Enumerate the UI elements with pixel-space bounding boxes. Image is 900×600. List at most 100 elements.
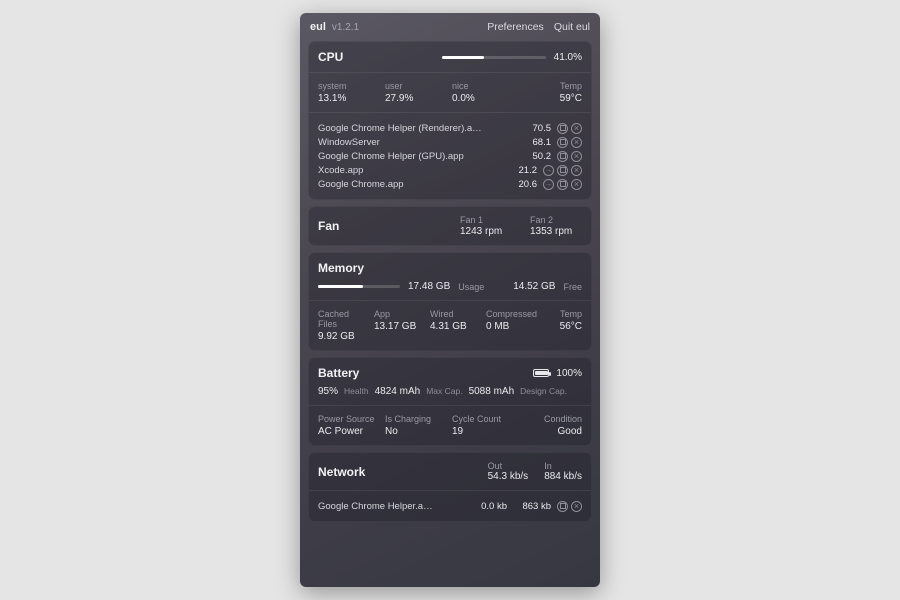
mem-wired-label: Wired <box>430 309 482 319</box>
cpu-system-value: 13.1% <box>318 93 381 104</box>
batt-charging-value: No <box>385 426 448 437</box>
close-icon[interactable] <box>571 165 582 176</box>
battery-maxcap-value: 4824 mAh <box>375 386 421 397</box>
batt-charging-label: Is Charging <box>385 414 448 424</box>
memory-title: Memory <box>318 261 364 275</box>
process-name: Xcode.app <box>318 165 501 176</box>
net-out-value: 54.3 kb/s <box>488 471 529 482</box>
inspect-icon[interactable] <box>557 501 568 512</box>
cpu-nice-value: 0.0% <box>452 93 515 104</box>
network-card: Network Out54.3 kb/s In884 kb/s Google C… <box>308 452 592 522</box>
preferences-link[interactable]: Preferences <box>487 21 544 33</box>
cpu-temp-value: 59°C <box>519 93 582 104</box>
memory-usage-label: Usage <box>458 282 484 292</box>
mem-temp-value: 56°C <box>542 321 582 332</box>
battery-design-label: Design Cap. <box>520 386 567 396</box>
battery-card: Battery 100% 95% Health 4824 mAh Max Cap… <box>308 357 592 446</box>
batt-cycles-label: Cycle Count <box>452 414 515 424</box>
cpu-user-value: 27.9% <box>385 93 448 104</box>
net-in-value: 884 kb/s <box>544 471 582 482</box>
inspect-icon[interactable] <box>557 123 568 134</box>
mem-compressed-value: 0 MB <box>486 321 538 332</box>
memory-usage-value: 17.48 GB <box>408 281 450 292</box>
net-out-label: Out <box>488 461 529 471</box>
cpu-usage-fill <box>442 56 484 59</box>
net-in-label: In <box>544 461 582 471</box>
process-out-value: 0.0 kb <box>469 501 507 512</box>
memory-usage-bar <box>318 285 400 288</box>
close-icon[interactable] <box>571 501 582 512</box>
fan2-label: Fan 2 <box>530 215 582 225</box>
mem-app-label: App <box>374 309 426 319</box>
process-actions <box>543 179 582 190</box>
cpu-card: CPU 41.0% system 13.1% user 27.9% nice 0.0%… <box>308 41 592 200</box>
reveal-icon[interactable] <box>543 165 554 176</box>
battery-design-value: 5088 mAh <box>469 386 515 397</box>
quit-link[interactable]: Quit eul <box>554 21 590 33</box>
inspect-icon[interactable] <box>557 179 568 190</box>
process-cpu-value: 20.6 <box>507 179 537 190</box>
cpu-process-row: Google Chrome Helper (GPU).app 50.2 <box>318 149 582 163</box>
process-actions <box>557 137 582 148</box>
mem-app-value: 13.17 GB <box>374 321 426 332</box>
process-cpu-value: 68.1 <box>521 137 551 148</box>
inspect-icon[interactable] <box>557 137 568 148</box>
process-name: Google Chrome Helper.a… <box>318 501 463 512</box>
battery-health-value: 95% <box>318 386 338 397</box>
memory-card: Memory 17.48 GB Usage 14.52 GB Free Cach… <box>308 252 592 351</box>
app-window: eul v1.2.1 Preferences Quit eul CPU 41.0… <box>300 13 600 587</box>
process-in-value: 863 kb <box>513 501 551 512</box>
cpu-usage-value: 41.0% <box>554 52 582 63</box>
titlebar: eul v1.2.1 Preferences Quit eul <box>308 19 592 35</box>
fan-card: Fan Fan 11243 rpm Fan 21353 rpm <box>308 206 592 246</box>
fan1-value: 1243 rpm <box>460 226 512 237</box>
cpu-process-list: Google Chrome Helper (Renderer).a…70.5Wi… <box>318 121 582 191</box>
cpu-process-row: Google Chrome.app 20.6 <box>318 177 582 191</box>
inspect-icon[interactable] <box>557 151 568 162</box>
battery-health-label: Health <box>344 386 369 396</box>
cpu-title: CPU <box>318 50 343 64</box>
batt-cycles-value: 19 <box>452 426 515 437</box>
battery-title: Battery <box>318 366 359 380</box>
network-process-list: Google Chrome Helper.a… 0.0 kb 863 kb <box>318 499 582 513</box>
inspect-icon[interactable] <box>557 165 568 176</box>
memory-usage-fill <box>318 285 363 288</box>
cpu-usage-bar <box>442 56 546 59</box>
batt-source-label: Power Source <box>318 414 381 424</box>
close-icon[interactable] <box>571 179 582 190</box>
app-name: eul <box>310 21 326 33</box>
cpu-process-row: Xcode.app 21.2 <box>318 163 582 177</box>
process-cpu-value: 70.5 <box>521 123 551 134</box>
mem-cached-label: Cached Files <box>318 309 370 329</box>
process-actions <box>543 165 582 176</box>
mem-wired-value: 4.31 GB <box>430 321 482 332</box>
process-actions <box>557 151 582 162</box>
process-cpu-value: 21.2 <box>507 165 537 176</box>
process-actions <box>557 501 582 512</box>
process-cpu-value: 50.2 <box>521 151 551 162</box>
network-process-row: Google Chrome Helper.a… 0.0 kb 863 kb <box>318 499 582 513</box>
memory-free-value: 14.52 GB <box>513 281 555 292</box>
app-version: v1.2.1 <box>332 22 359 33</box>
process-name: Google Chrome Helper (GPU).app <box>318 151 515 162</box>
memory-free-label: Free <box>563 282 582 292</box>
cpu-temp-label: Temp <box>519 81 582 91</box>
process-actions <box>557 123 582 134</box>
mem-compressed-label: Compressed <box>486 309 538 319</box>
close-icon[interactable] <box>571 123 582 134</box>
battery-icon <box>533 369 549 377</box>
batt-condition-label: Condition <box>519 414 582 424</box>
close-icon[interactable] <box>571 137 582 148</box>
battery-maxcap-label: Max Cap. <box>426 386 462 396</box>
close-icon[interactable] <box>571 151 582 162</box>
mem-cached-value: 9.92 GB <box>318 331 370 342</box>
network-title: Network <box>318 465 365 479</box>
reveal-icon[interactable] <box>543 179 554 190</box>
cpu-system-label: system <box>318 81 381 91</box>
cpu-user-label: user <box>385 81 448 91</box>
fan-title: Fan <box>318 219 339 233</box>
cpu-nice-label: nice <box>452 81 515 91</box>
fan1-label: Fan 1 <box>460 215 512 225</box>
process-name: Google Chrome Helper (Renderer).a… <box>318 123 515 134</box>
process-name: Google Chrome.app <box>318 179 501 190</box>
